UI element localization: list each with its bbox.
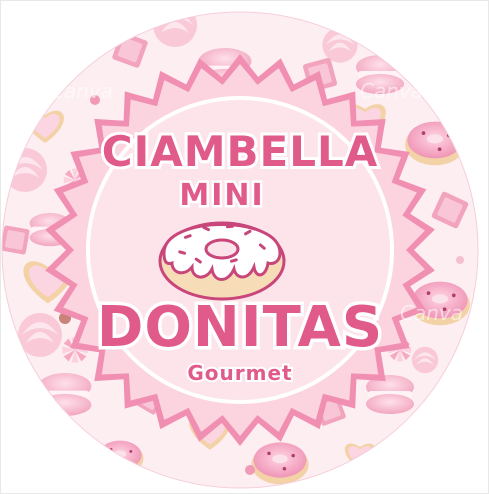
- watermark-right-lower: Canva: [400, 301, 463, 325]
- title-donitas: DONITAS: [97, 295, 383, 360]
- title-ciambella: CIAMBELLA: [102, 127, 378, 176]
- sticker-label: CIAMBELLA MINI DONITAS Gourmet Canva Can…: [0, 0, 489, 494]
- title-mini: MINI: [179, 178, 264, 213]
- candy-ball-icon: [456, 256, 464, 264]
- donut-icon: [251, 442, 309, 485]
- watermark-right: Canva: [360, 79, 423, 103]
- donut-icon: [158, 221, 286, 301]
- title-gourmet: Gourmet: [187, 361, 292, 385]
- candy-ball-icon: [245, 465, 255, 475]
- watermark-left: Canva: [50, 79, 113, 103]
- meringue-icon: [411, 346, 439, 374]
- chocolate-square-icon: [2, 225, 30, 255]
- macaron-icon: [366, 375, 414, 414]
